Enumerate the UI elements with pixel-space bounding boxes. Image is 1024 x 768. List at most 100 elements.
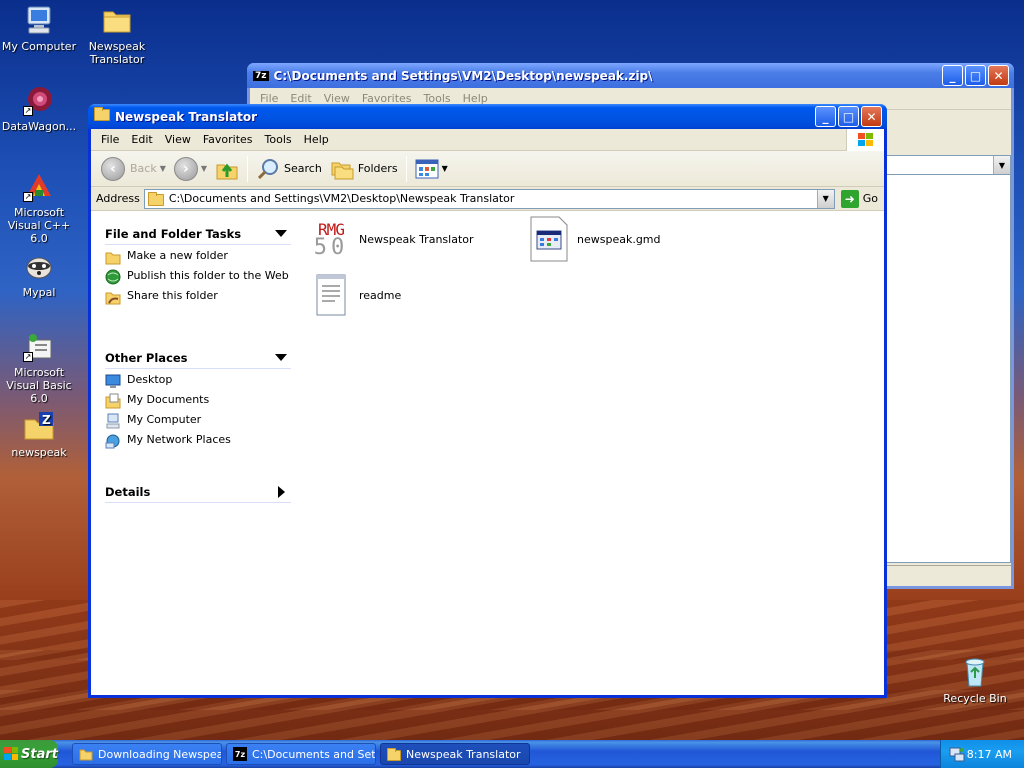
visual-basic-icon: ↗: [23, 330, 55, 362]
address-bar: Address C:\Documents and Settings\VM2\De…: [91, 187, 884, 211]
menu-edit[interactable]: Edit: [125, 133, 158, 146]
zip-file-list[interactable]: [886, 155, 1011, 563]
windows-logo-icon: [4, 747, 19, 760]
task-section-header[interactable]: Other Places: [105, 347, 291, 369]
desktop-icon-label: Microsoft Visual C++ 6.0: [7, 206, 71, 245]
up-folder-button[interactable]: [211, 154, 243, 184]
search-button[interactable]: Search: [252, 154, 326, 184]
minimize-button[interactable]: _: [815, 106, 836, 127]
expand-icon[interactable]: [278, 485, 285, 498]
task-label: Share this folder: [127, 289, 218, 302]
menu-tools[interactable]: Tools: [259, 133, 298, 146]
folder-icon: [101, 4, 133, 36]
collapse-icon[interactable]: [275, 354, 287, 361]
desktop-icon-label: My Computer: [1, 40, 77, 53]
task-make-folder[interactable]: Make a new folder: [105, 249, 291, 265]
forward-button[interactable]: › ▼: [170, 154, 211, 184]
maximize-button[interactable]: □: [838, 106, 859, 127]
task-label: Make a new folder: [127, 249, 228, 262]
place-desktop[interactable]: Desktop: [105, 373, 291, 389]
explorer-menubar: File Edit View Favorites Tools Help: [91, 129, 884, 151]
explorer-content[interactable]: File and Folder Tasks Make a new folder …: [91, 211, 884, 695]
file-item[interactable]: newspeak.gmd: [527, 215, 661, 263]
shortcut-arrow-icon: ↗: [23, 106, 33, 116]
place-my-computer[interactable]: My Computer: [105, 413, 291, 429]
chevron-down-icon[interactable]: ▼: [201, 164, 207, 173]
folders-button[interactable]: Folders: [326, 154, 402, 184]
explorer-titlebar[interactable]: Newspeak Translator _ □ ✕: [88, 104, 887, 129]
back-button[interactable]: ‹ Back ▼: [97, 154, 170, 184]
task-publish-web[interactable]: Publish this folder to the Web: [105, 269, 291, 285]
desktop-icon-label: DataWagon...: [1, 120, 77, 133]
close-button[interactable]: ✕: [861, 106, 882, 127]
desktop-icon-mypal[interactable]: Mypal: [0, 250, 78, 299]
place-label: My Computer: [127, 413, 202, 426]
share-folder-icon: [105, 292, 121, 305]
file-item[interactable]: readme: [309, 271, 401, 319]
recycle-bin-icon: [959, 656, 991, 688]
my-computer-icon: [106, 413, 120, 429]
network-tray-icon[interactable]: [949, 746, 965, 762]
menu-help[interactable]: Help: [298, 133, 335, 146]
taskbar-item-zip[interactable]: 7z C:\Documents and Set...: [226, 743, 376, 765]
taskbar-item-downloading[interactable]: Downloading Newspea...: [72, 743, 222, 765]
file-item[interactable]: RMG 50 Newspeak Translator: [309, 215, 474, 263]
chevron-down-icon[interactable]: ▼: [160, 164, 166, 173]
place-my-network[interactable]: My Network Places: [105, 433, 291, 449]
place-my-documents[interactable]: My Documents: [105, 393, 291, 409]
file-folder-tasks: File and Folder Tasks Make a new folder …: [105, 223, 291, 305]
address-value: C:\Documents and Settings\VM2\Desktop\Ne…: [168, 192, 515, 205]
maximize-button[interactable]: □: [965, 65, 986, 86]
menu-file[interactable]: File: [95, 133, 125, 146]
windows-logo-icon: [846, 129, 884, 151]
file-name: readme: [359, 288, 402, 302]
explorer-window[interactable]: Newspeak Translator _ □ ✕ File Edit View…: [88, 104, 887, 698]
shortcut-arrow-icon: ↗: [23, 192, 33, 202]
folders-label: Folders: [357, 162, 398, 175]
details-section: Details: [105, 481, 291, 503]
forward-arrow-icon: ›: [173, 156, 198, 181]
shortcut-arrow-icon: ↗: [23, 352, 33, 362]
mypal-icon: [23, 250, 55, 282]
file-name: newspeak.gmd: [577, 232, 661, 246]
system-tray: 8:17 AM: [940, 740, 1024, 768]
desktop-icon-label: Recycle Bin: [943, 692, 1007, 705]
task-pane: File and Folder Tasks Make a new folder …: [91, 211, 299, 695]
zip-window-title: C:\Documents and Settings\VM2\Desktop\ne…: [273, 68, 653, 83]
go-label: Go: [862, 192, 878, 205]
7zip-icon: 7z: [233, 747, 247, 761]
desktop-icon-visual-basic[interactable]: ↗ Microsoft Visual Basic 6.0: [0, 330, 78, 405]
download-icon: [79, 749, 93, 761]
taskbar-item-newspeak[interactable]: Newspeak Translator: [380, 743, 530, 765]
address-input[interactable]: C:\Documents and Settings\VM2\Desktop\Ne…: [143, 188, 835, 209]
task-section-header[interactable]: Details: [105, 481, 291, 503]
desktop-icon-recycle-bin[interactable]: Recycle Bin: [936, 656, 1014, 705]
zip-path-combo[interactable]: ▼: [886, 155, 1011, 175]
zip-window-titlebar[interactable]: 7z C:\Documents and Settings\VM2\Desktop…: [247, 63, 1014, 88]
desktop-icon-label: Microsoft Visual Basic 6.0: [6, 366, 72, 405]
close-button[interactable]: ✕: [988, 65, 1009, 86]
desktop-icon-newspeak-zip[interactable]: Z newspeak: [0, 410, 78, 459]
gmd-file-icon: [527, 215, 571, 263]
desktop-icon-label: Newspeak Translator: [88, 40, 146, 66]
views-button[interactable]: ▼: [411, 154, 452, 184]
minimize-button[interactable]: _: [942, 65, 963, 86]
desktop-icon-newspeak-translator[interactable]: Newspeak Translator: [78, 4, 156, 66]
chevron-down-icon[interactable]: ▼: [816, 189, 834, 208]
clock[interactable]: 8:17 AM: [967, 748, 1012, 761]
menu-favorites[interactable]: Favorites: [197, 133, 259, 146]
desktop-icon-visual-cpp[interactable]: ↗ Microsoft Visual C++ 6.0: [0, 170, 78, 245]
menu-view[interactable]: View: [159, 133, 197, 146]
desktop-icon-my-computer[interactable]: My Computer: [0, 4, 78, 53]
chevron-down-icon[interactable]: ▼: [442, 164, 448, 173]
task-share-folder[interactable]: Share this folder: [105, 289, 291, 305]
desktop-icon-datawagon[interactable]: ↗ DataWagon...: [0, 84, 78, 133]
chevron-down-icon[interactable]: ▼: [993, 156, 1010, 174]
icon-text: 50: [313, 235, 349, 260]
start-button[interactable]: Start: [0, 740, 58, 768]
go-button[interactable]: ➜ Go: [835, 189, 884, 208]
task-section-header[interactable]: File and Folder Tasks: [105, 223, 291, 245]
collapse-icon[interactable]: [275, 230, 287, 237]
toolbar-separator: [247, 155, 249, 182]
folders-icon: [331, 162, 354, 179]
